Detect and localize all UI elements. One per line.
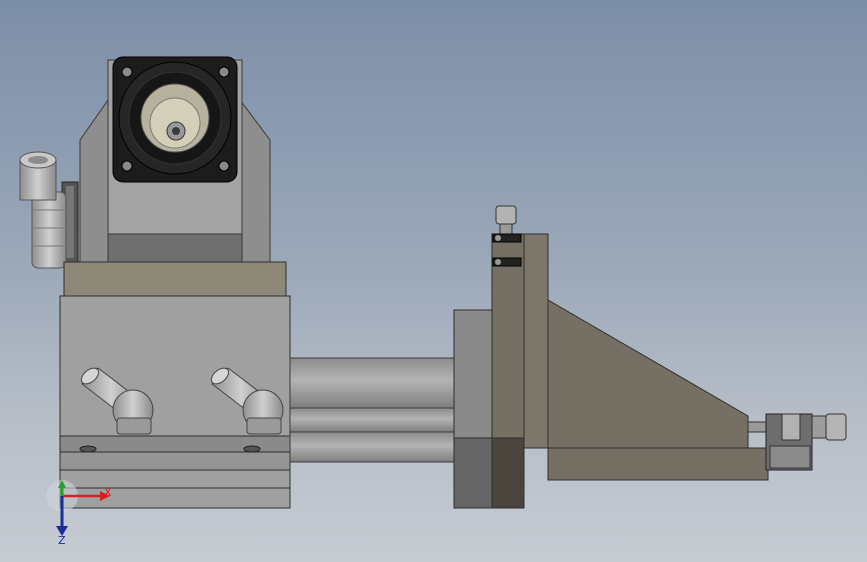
motor-flange[interactable] [112,56,238,183]
guide-rods[interactable] [289,357,457,463]
coordinate-triad: X Z [46,480,112,547]
cad-viewport[interactable]: X Z [0,0,867,562]
adapter-plate[interactable] [63,261,287,297]
x-axis-label: X [104,486,112,499]
left-elbow-fitting[interactable] [19,151,79,269]
flange-bolt-icon [218,66,230,78]
flange-bolt-icon [218,160,230,172]
flange-bolt-icon [121,66,133,78]
end-block[interactable] [453,309,495,509]
z-axis-label: Z [58,534,66,547]
bracket[interactable] [491,233,769,509]
flange-bolt-icon [121,160,133,172]
